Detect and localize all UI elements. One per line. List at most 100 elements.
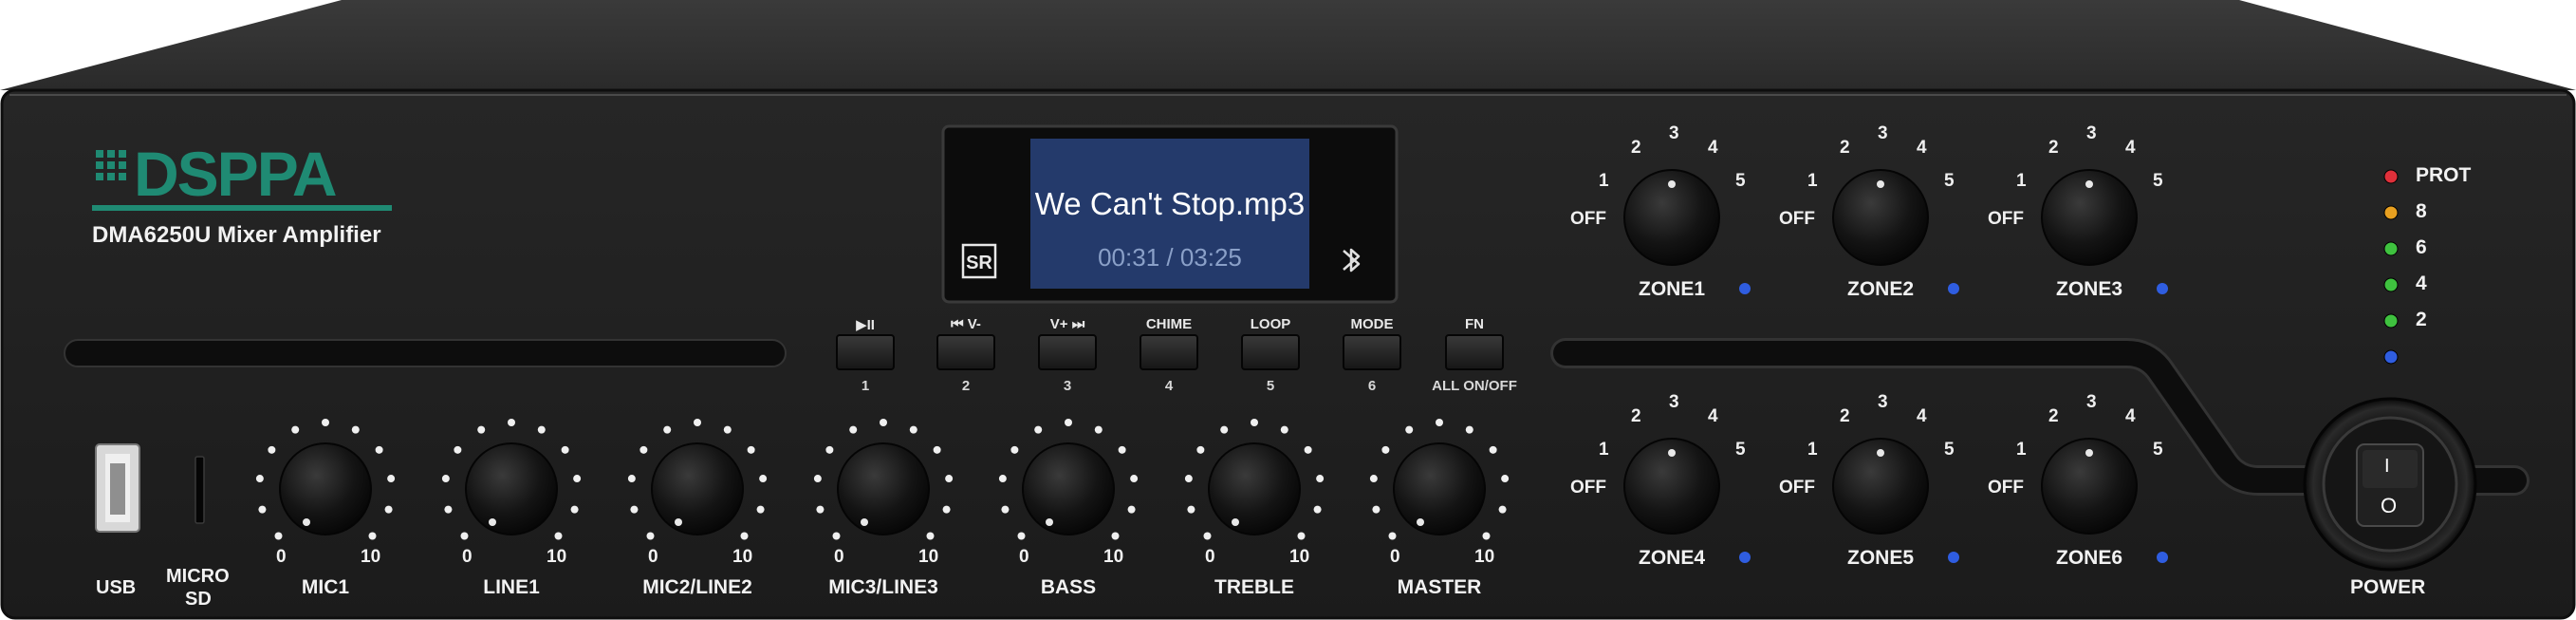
zone-scale-label: 2 <box>2048 406 2059 426</box>
button-number: 5 <box>1266 378 1275 394</box>
chassis-top <box>0 0 2576 90</box>
knob-min: 0 <box>1205 547 1215 567</box>
zone-scale-label: 1 <box>1599 171 1609 191</box>
zone-label: ZONE5 <box>1846 547 1915 569</box>
power-off-symbol: O <box>2381 494 2398 517</box>
knob-min: 0 <box>648 547 658 567</box>
button-number: 3 <box>1063 378 1072 394</box>
zone-scale-label: 5 <box>1944 171 1955 191</box>
zone-scale-label: 5 <box>1735 171 1746 191</box>
zone-scale-label: 3 <box>1669 392 1679 412</box>
zone-indicator-led <box>1948 552 1959 563</box>
button-number: ALL ON/OFF <box>1432 378 1517 394</box>
usb-port[interactable] <box>95 443 140 533</box>
zone-scale-label: 4 <box>1708 406 1718 426</box>
zone-scale-label: 3 <box>1878 392 1888 412</box>
knob-label: MASTER <box>1397 576 1482 598</box>
micro-sd-slot[interactable] <box>195 456 205 524</box>
svg-text:DSPPA: DSPPA <box>134 142 336 209</box>
button-number: 4 <box>1164 378 1174 394</box>
knob-label: BASS <box>1040 576 1097 598</box>
zone-scale-label: 4 <box>2125 138 2136 158</box>
button-label: FN <box>1465 316 1484 332</box>
transport-button-7[interactable] <box>1445 334 1504 370</box>
transport-button-3[interactable] <box>1038 334 1097 370</box>
status-led-0 <box>2383 169 2399 184</box>
zone-indicator-led <box>2157 552 2168 563</box>
button-label: MODE <box>1350 316 1394 332</box>
zone-scale-label: 4 <box>2125 406 2136 426</box>
zone-indicator-led <box>1948 283 1959 294</box>
zone-scale-label: OFF <box>1988 209 2024 229</box>
knob-label: LINE1 <box>483 576 540 598</box>
transport-button-5[interactable] <box>1241 334 1300 370</box>
status-led-5 <box>2383 349 2399 365</box>
zone-scale-label: 5 <box>1735 440 1746 460</box>
status-led-4 <box>2383 313 2399 329</box>
zone-scale-label: OFF <box>1570 209 1606 229</box>
zone-indicator-led <box>1739 552 1751 563</box>
zone-scale-label: 1 <box>2016 440 2027 460</box>
status-led-1 <box>2383 205 2399 220</box>
decorative-slot-left <box>64 339 787 367</box>
knob-max: 10 <box>1103 547 1124 567</box>
zone-indicator-led <box>1739 283 1751 294</box>
amplifier-body: SR <box>0 0 2576 620</box>
zone-scale-label: 2 <box>1631 138 1641 158</box>
zone-scale-label: 3 <box>1669 123 1679 143</box>
dsppa-logo: DSPPA <box>92 139 398 215</box>
knob-min: 0 <box>276 547 287 567</box>
track-title: We Can't Stop.mp3 <box>1034 186 1306 221</box>
knob-max: 10 <box>1474 547 1495 567</box>
svg-text:SR: SR <box>966 253 992 273</box>
knob-max: 10 <box>732 547 753 567</box>
zone-scale-label: 5 <box>2153 440 2163 460</box>
zone-indicator-led <box>2157 283 2168 294</box>
zone-scale-label: 3 <box>1878 123 1888 143</box>
micro-sd-label-line1: MICRO <box>166 566 230 587</box>
power-switch[interactable] <box>2303 397 2477 572</box>
knob-min: 0 <box>1019 547 1029 567</box>
zone-scale-label: 4 <box>1917 138 1927 158</box>
status-led-3 <box>2383 277 2399 292</box>
led-label: 4 <box>2416 272 2427 294</box>
power-on-symbol: I <box>2384 456 2390 477</box>
button-label: ⏮ V- <box>951 316 981 332</box>
transport-button-6[interactable] <box>1343 334 1401 370</box>
led-label: 6 <box>2416 236 2427 258</box>
zone-label: ZONE4 <box>1638 547 1706 569</box>
micro-sd-label-line2: SD <box>185 589 212 610</box>
amplifier-front-panel: SR DSPPA DMA6250U Mixer Amplifier We Can… <box>0 0 2576 620</box>
transport-button-4[interactable] <box>1140 334 1198 370</box>
zone-scale-label: 5 <box>2153 171 2163 191</box>
status-led-2 <box>2383 241 2399 256</box>
power-label: POWER <box>2350 576 2426 598</box>
knob-max: 10 <box>1289 547 1310 567</box>
transport-button-1[interactable] <box>836 334 895 370</box>
zone-scale-label: OFF <box>1779 209 1815 229</box>
knob-label: MIC1 <box>301 576 350 598</box>
zone-scale-label: OFF <box>1779 478 1815 498</box>
button-number: 1 <box>861 378 870 394</box>
knob-min: 0 <box>462 547 473 567</box>
model-name: DMA6250U Mixer Amplifier <box>92 222 381 248</box>
zone-label: ZONE3 <box>2055 278 2123 300</box>
zone-label: ZONE1 <box>1638 278 1706 300</box>
led-label: 2 <box>2416 309 2427 330</box>
zone-scale-label: 3 <box>2086 392 2097 412</box>
zone-scale-label: 1 <box>1599 440 1609 460</box>
zone-scale-label: 1 <box>1807 171 1818 191</box>
zone-scale-label: 2 <box>1840 406 1850 426</box>
zone-scale-label: OFF <box>1988 478 2024 498</box>
zone-scale-label: 2 <box>1840 138 1850 158</box>
knob-max: 10 <box>918 547 939 567</box>
button-label: LOOP <box>1250 316 1291 332</box>
knob-label: MIC2/LINE2 <box>642 576 752 598</box>
button-label: V+ ⏭ <box>1049 316 1085 332</box>
zone-scale-label: 1 <box>1807 440 1818 460</box>
zone-scale-label: 5 <box>1944 440 1955 460</box>
button-label: CHIME <box>1145 316 1193 332</box>
usb-label: USB <box>96 577 137 598</box>
button-number: 2 <box>961 378 971 394</box>
transport-button-2[interactable] <box>936 334 995 370</box>
